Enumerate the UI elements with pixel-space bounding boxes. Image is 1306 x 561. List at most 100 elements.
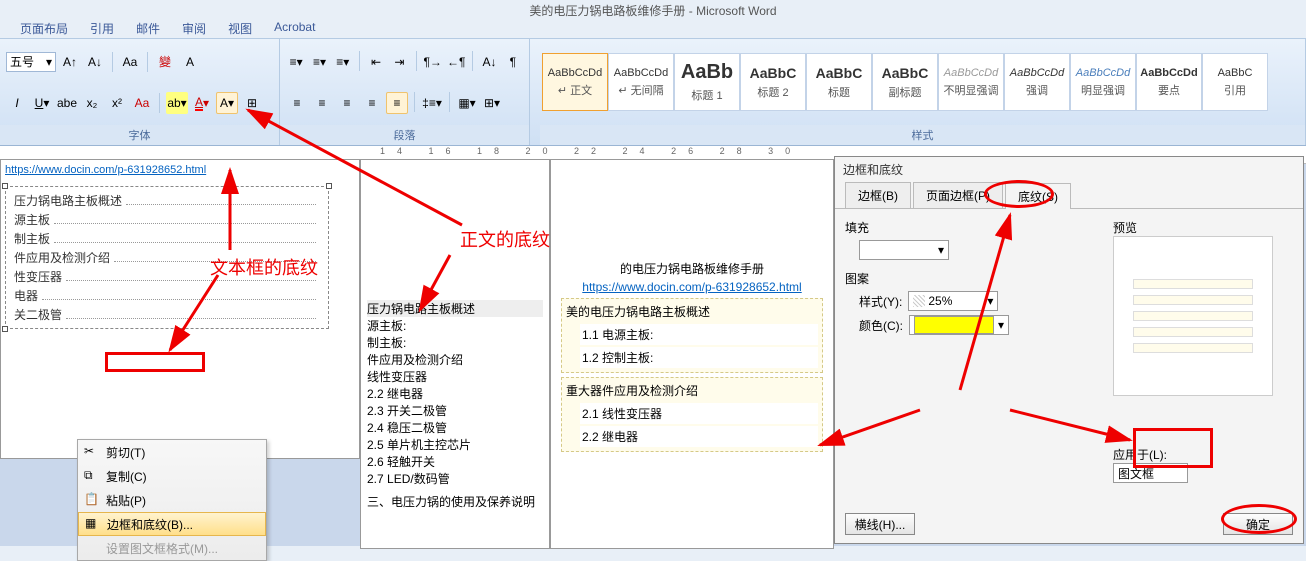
toc-item[interactable]: 压力锅电路主板概述 — [367, 300, 543, 317]
style-emphasis[interactable]: AaBbCcDd强调 — [1004, 53, 1070, 111]
frame-item: 2.2 继电器 — [580, 426, 818, 447]
rtl-button[interactable]: ←¶ — [446, 51, 466, 73]
border-icon: ▦ — [85, 516, 101, 532]
strike-button[interactable]: abe — [56, 92, 78, 114]
dlg-tab-border[interactable]: 边框(B) — [845, 182, 911, 208]
toc-item[interactable]: 件应用及检测介绍 — [367, 351, 543, 368]
color-dropdown[interactable]: ▾ — [909, 315, 1009, 335]
toc-item[interactable]: 2.6 轻触开关 — [367, 453, 543, 470]
page-left: https://www.docin.com/p-631928652.html 压… — [0, 159, 360, 459]
ribbon: 五号▾ A↑ A↓ Aa 變 A I U▾ abe x₂ x² Aa ab▾ A… — [0, 38, 1306, 146]
grow-font-button[interactable]: A↑ — [59, 51, 81, 73]
style-subtitle[interactable]: AaBbC副标题 — [872, 53, 938, 111]
show-marks-button[interactable]: ¶ — [503, 51, 523, 73]
tab-review[interactable]: 审阅 — [172, 18, 216, 38]
toc-item[interactable]: 电器 — [10, 286, 324, 305]
styles-gallery[interactable]: AaBbCcDd↵ 正文 AaBbCcDd↵ 无间隔 AaBb标题 1 AaBb… — [542, 53, 1268, 111]
toc-item[interactable]: 2.2 继电器 — [367, 385, 543, 402]
style-title[interactable]: AaBbC标题 — [806, 53, 872, 111]
tab-pagelayout[interactable]: 页面布局 — [10, 18, 78, 38]
toc-item[interactable]: 2.4 稳压二极管 — [367, 419, 543, 436]
para-border-button[interactable]: ⊞▾ — [481, 92, 503, 114]
style-subtle-emphasis[interactable]: AaBbCcDd不明显强调 — [938, 53, 1004, 111]
bullets-button[interactable]: ≡▾ — [286, 51, 306, 73]
toc-item[interactable]: 关二极管 — [10, 305, 324, 324]
frame-item: 1.2 控制主板: — [580, 347, 818, 368]
hline-button[interactable]: 横线(H)... — [845, 513, 915, 535]
superscript-button[interactable]: x² — [106, 92, 128, 114]
copy-icon: ⧉ — [84, 468, 100, 484]
style-dropdown[interactable]: 25%▾ — [908, 291, 998, 311]
change-case-button[interactable]: Aa — [131, 92, 153, 114]
annotation-box-apply — [1133, 428, 1213, 468]
phonetic-button[interactable]: 變 — [154, 51, 176, 73]
ctx-copy[interactable]: ⧉复制(C) — [78, 464, 266, 488]
subscript-button[interactable]: x₂ — [81, 92, 103, 114]
toc-item[interactable]: 制主板 — [10, 229, 324, 248]
toc-item[interactable]: 源主板 — [10, 210, 324, 229]
numbering-button[interactable]: ≡▾ — [309, 51, 329, 73]
style-label: 样式(Y): — [859, 293, 902, 310]
toc-item[interactable]: 制主板: — [367, 334, 543, 351]
font-color-button[interactable]: A▾ — [191, 92, 213, 114]
style-normal[interactable]: AaBbCcDd↵ 正文 — [542, 53, 608, 111]
section-heading: 三、电压力锅的使用及保养说明 — [367, 493, 543, 510]
justify-button[interactable]: ≡ — [361, 92, 383, 114]
italic-button[interactable]: I — [6, 92, 28, 114]
style-quote[interactable]: AaBbC引用 — [1202, 53, 1268, 111]
style-nospacing[interactable]: AaBbCcDd↵ 无间隔 — [608, 53, 674, 111]
style-heading2[interactable]: AaBbC标题 2 — [740, 53, 806, 111]
frame-title: 重大器件应用及检测介绍 — [566, 382, 818, 399]
fill-dropdown[interactable]: ▾ — [859, 240, 949, 260]
border-button[interactable]: ⊞ — [241, 92, 263, 114]
style-strong[interactable]: AaBbCcDd要点 — [1136, 53, 1202, 111]
font-group-label: 字体 — [0, 125, 279, 145]
pattern-label: 图案 — [845, 270, 1103, 287]
align-right-button[interactable]: ≡ — [336, 92, 358, 114]
increase-indent-button[interactable]: ⇥ — [389, 51, 409, 73]
style-intense-emphasis[interactable]: AaBbCcDd明显强调 — [1070, 53, 1136, 111]
frame-box-2[interactable]: 重大器件应用及检测介绍 2.1 线性变压器 2.2 继电器 — [561, 377, 823, 452]
toc-item[interactable]: 线性变压器 — [367, 368, 543, 385]
ctx-border-shading[interactable]: ▦边框和底纹(B)... — [78, 512, 266, 536]
preview-box — [1113, 236, 1273, 396]
ctx-cut[interactable]: ✂剪切(T) — [78, 440, 266, 464]
toc-item[interactable]: 2.7 LED/数码管 — [367, 470, 543, 487]
clear-format-button[interactable]: Aa — [119, 51, 141, 73]
font-size-select[interactable]: 五号▾ — [6, 52, 56, 72]
page-right: 的电压力锅电路板维修手册 https://www.docin.com/p-631… — [550, 159, 834, 549]
multilevel-button[interactable]: ≡▾ — [333, 51, 353, 73]
toc-item[interactable]: 2.5 单片机主控芯片 — [367, 436, 543, 453]
highlight-button[interactable]: ab▾ — [166, 92, 188, 114]
shading-button[interactable]: A▾ — [216, 92, 238, 114]
underline-button[interactable]: U▾ — [31, 92, 53, 114]
sort-button[interactable]: A↓ — [479, 51, 499, 73]
style-heading1[interactable]: AaBb标题 1 — [674, 53, 740, 111]
toc-item[interactable]: 压力锅电路主板概述 — [10, 191, 324, 210]
doc-link-truncated: https://www.docin.com/p-631928652.html — [1, 160, 359, 180]
line-spacing-button[interactable]: ‡≡▾ — [421, 92, 443, 114]
shrink-font-button[interactable]: A↓ — [84, 51, 106, 73]
frame-item: 2.1 线性变压器 — [580, 403, 818, 424]
tab-references[interactable]: 引用 — [80, 18, 124, 38]
decrease-indent-button[interactable]: ⇤ — [366, 51, 386, 73]
tab-acrobat[interactable]: Acrobat — [264, 18, 325, 38]
annotation-circle-shading-tab — [984, 180, 1054, 208]
styles-group-label: 样式 — [540, 125, 1305, 145]
para-shading-button[interactable]: ▦▾ — [456, 92, 478, 114]
annotation-textbox-shading: 文本框的底纹 — [210, 254, 318, 280]
align-left-button[interactable]: ≡ — [286, 92, 308, 114]
distribute-button[interactable]: ≡ — [386, 92, 408, 114]
ltr-button[interactable]: ¶→ — [422, 51, 442, 73]
align-center-button[interactable]: ≡ — [311, 92, 333, 114]
tab-mailings[interactable]: 邮件 — [126, 18, 170, 38]
ctx-paste[interactable]: 📋粘贴(P) — [78, 488, 266, 512]
toc-item[interactable]: 源主板: — [367, 317, 543, 334]
tab-view[interactable]: 视图 — [218, 18, 262, 38]
toc-item[interactable]: 2.3 开关二极管 — [367, 402, 543, 419]
frame-item: 1.1 电源主板: — [580, 324, 818, 345]
frame-box-1[interactable]: 美的电压力锅电路主板概述 1.1 电源主板: 1.2 控制主板: — [561, 298, 823, 373]
ctx-format-frame[interactable]: 设置图文框格式(M)... — [78, 536, 266, 560]
enclose-button[interactable]: A — [179, 51, 201, 73]
source-link[interactable]: https://www.docin.com/p-631928652.html — [582, 280, 801, 294]
